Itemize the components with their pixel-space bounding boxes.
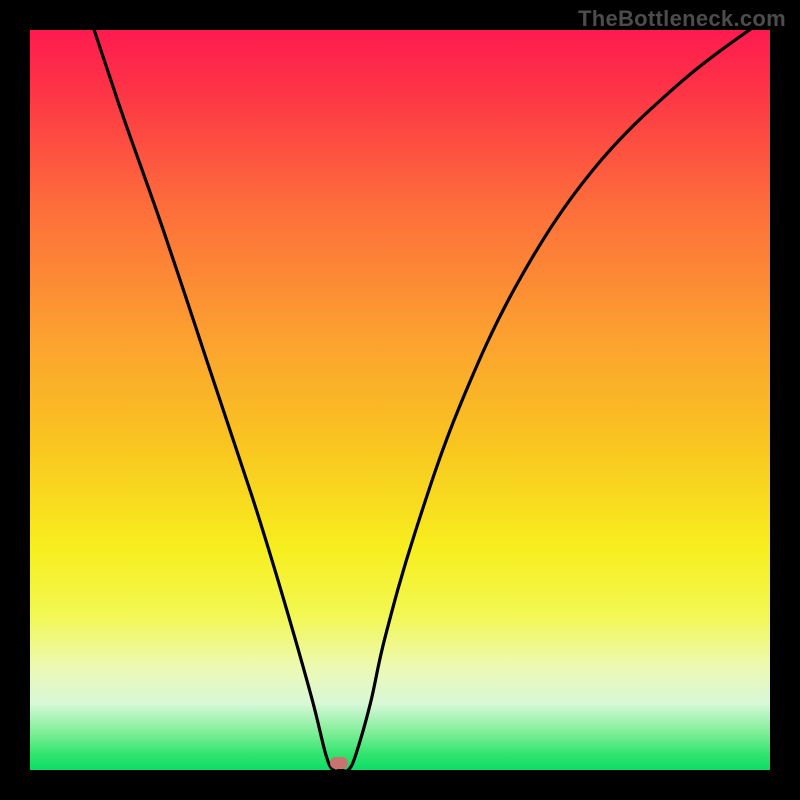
bottleneck-curve-path [30,30,770,770]
chart-frame: TheBottleneck.com [0,0,800,800]
watermark-label: TheBottleneck.com [578,6,786,32]
curve-svg [30,30,770,770]
plot-area [30,30,770,770]
optimal-point-marker [330,757,348,769]
